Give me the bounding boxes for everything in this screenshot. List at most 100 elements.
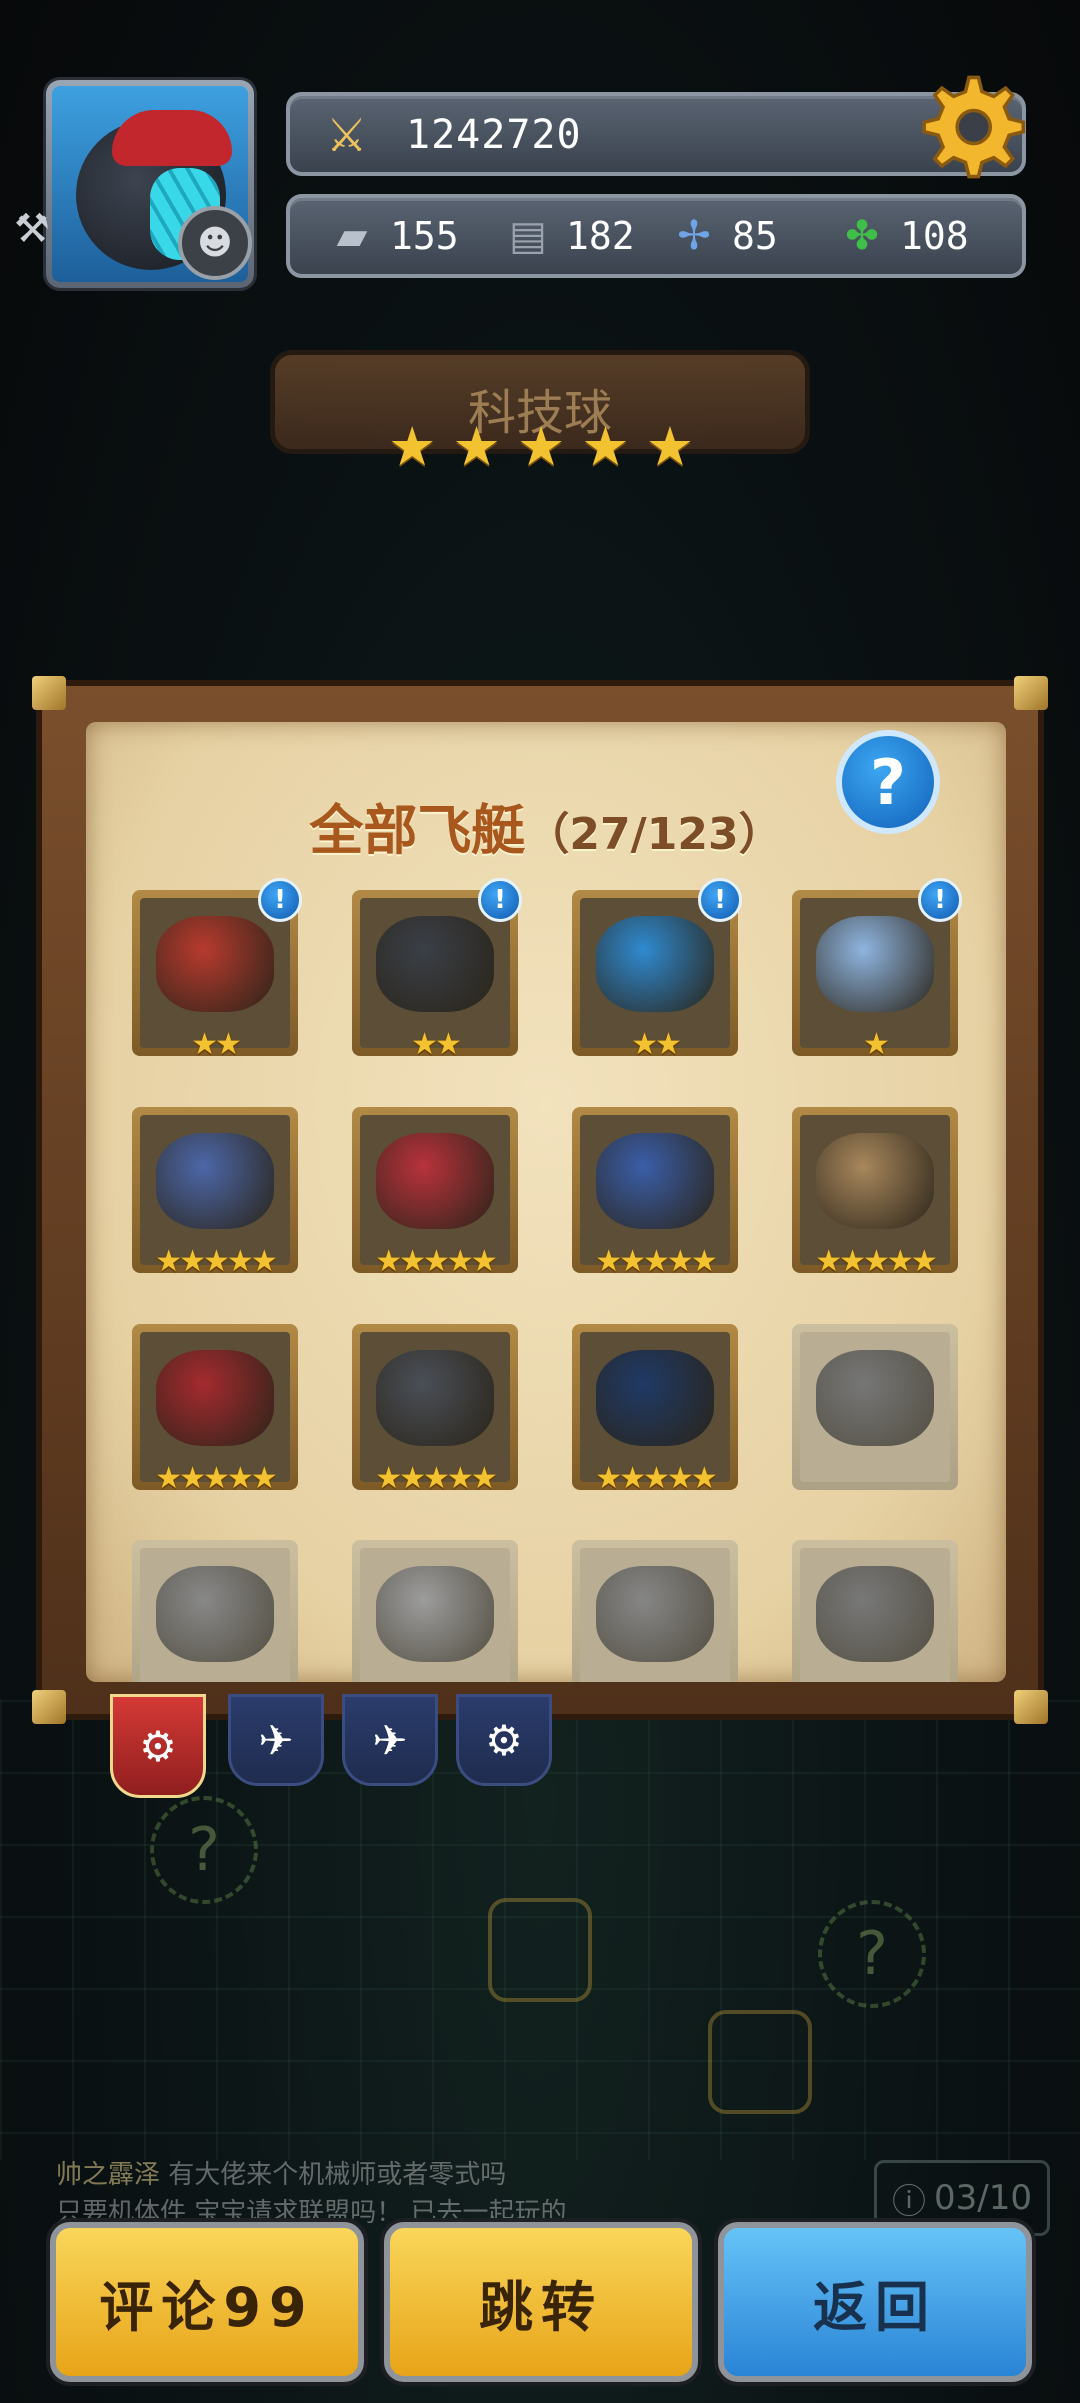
tab-category-3[interactable]: ✈ xyxy=(342,1694,438,1786)
airship-card[interactable] xyxy=(352,1540,518,1682)
star-icon: ★ xyxy=(581,415,630,478)
notice-icon: ! xyxy=(698,878,742,922)
airship-silhouette xyxy=(376,1566,494,1662)
airship-image xyxy=(360,898,510,1048)
scroll-icon: ▤ xyxy=(509,213,547,259)
airship-stars: ★★★★★ xyxy=(375,1244,497,1279)
airship-image xyxy=(800,1332,950,1482)
airship-image xyxy=(800,898,950,1048)
info-icon: ⓘ xyxy=(892,2181,926,2222)
airship-card[interactable]: ★★★★★ xyxy=(132,1107,298,1279)
page-counter-text: 03/10 xyxy=(934,2178,1032,2218)
back-button[interactable]: 返回 xyxy=(718,2222,1032,2382)
airship-silhouette xyxy=(156,1350,274,1446)
airship-card[interactable] xyxy=(572,1540,738,1682)
wrench-icon: ⚒ xyxy=(14,206,50,252)
airship-stars: ★★★★★ xyxy=(375,1461,497,1496)
airship-silhouette xyxy=(596,916,714,1012)
airship-card[interactable]: ★★★★★ xyxy=(572,1107,738,1279)
resource-tank: ▰ 155 xyxy=(326,210,459,262)
airship-stars: ★★ xyxy=(631,1027,682,1062)
chat-message: 有大佬来个机械师或者零式吗 xyxy=(168,2160,507,2190)
panel-title-text: 全部飞艇 xyxy=(309,799,526,862)
power-value: 1242720 xyxy=(406,112,582,158)
comment-button[interactable]: 评论99 xyxy=(50,2222,364,2382)
airship-stars: ★★★★★ xyxy=(815,1244,937,1279)
airship-image xyxy=(140,1332,290,1482)
airship-stars: ★★★★★ xyxy=(595,1244,717,1279)
airship-card[interactable] xyxy=(792,1324,958,1490)
sword-icon: ⚔ xyxy=(326,108,368,162)
resource-fan: ✢ 85 xyxy=(668,210,778,262)
airship-card[interactable] xyxy=(792,1540,958,1682)
resource-clover: ✤ 108 xyxy=(836,210,968,262)
star-icon: ★ xyxy=(516,415,566,478)
airship-image xyxy=(360,1332,510,1482)
monkey-icon[interactable]: ☻ xyxy=(178,206,252,280)
airship-silhouette xyxy=(596,1133,714,1229)
star-icon: ★ xyxy=(645,415,695,478)
notice-icon: ! xyxy=(918,878,962,922)
star-icon: ★ xyxy=(452,415,501,478)
airship-card[interactable] xyxy=(132,1540,298,1682)
airship-image xyxy=(140,898,290,1048)
airship-card[interactable]: ★★★★★ xyxy=(132,1324,298,1496)
airship-silhouette xyxy=(156,916,274,1012)
resource-scroll: ▤ 182 xyxy=(502,210,635,262)
airship-card[interactable]: ★★★★★ xyxy=(572,1324,738,1496)
airship-image xyxy=(580,1332,730,1482)
airship-silhouette xyxy=(156,1566,274,1662)
resource-bar: ▰ 155 ▤ 182 ✢ 85 ✤ 108 xyxy=(286,194,1026,278)
gear-icon[interactable] xyxy=(910,68,1028,186)
chat-username: 帅之霹泽 xyxy=(56,2160,161,2190)
airship-stars: ★★★★★ xyxy=(155,1244,277,1279)
panel-parchment: 全部飞艇（27/123） ★★! ★★! ★★! ★! ★★★★★ ★★★★★ ★★★★★ ★… xyxy=(86,722,1006,1682)
notice-icon: ! xyxy=(258,878,302,922)
airship-silhouette xyxy=(596,1350,714,1446)
airship-silhouette xyxy=(816,1566,934,1662)
tank-icon: ▰ xyxy=(336,213,368,259)
tab-category-2[interactable]: ✈ xyxy=(228,1694,324,1786)
airship-image xyxy=(580,1115,730,1265)
airship-stars: ★★ xyxy=(191,1027,242,1062)
tab-category-4[interactable]: ⚙ xyxy=(456,1694,552,1786)
airship-stars: ★★★★★ xyxy=(155,1461,277,1496)
tab-all-airships[interactable]: ⚙ xyxy=(110,1694,206,1798)
airship-card[interactable]: ★★★★★ xyxy=(352,1324,518,1496)
airship-stars: ★ xyxy=(863,1027,890,1062)
airship-silhouette xyxy=(376,1350,494,1446)
panel-corner xyxy=(1014,1690,1048,1724)
airship-silhouette xyxy=(816,1350,934,1446)
jump-button[interactable]: 跳转 xyxy=(384,2222,698,2382)
clover-icon: ✤ xyxy=(845,213,879,259)
airship-image xyxy=(800,1548,950,1682)
airship-stars: ★★ xyxy=(411,1027,462,1062)
airship-card[interactable]: ★★★★★ xyxy=(792,1107,958,1279)
power-bar: ⚔ 1242720 xyxy=(286,75,1026,179)
ghost-question-icon: ? xyxy=(818,1900,926,2008)
airship-stars: ★★★★★ xyxy=(595,1461,717,1496)
airship-image xyxy=(580,898,730,1048)
notice-icon: ! xyxy=(478,878,522,922)
ghost-hex-icon xyxy=(708,2010,812,2114)
help-button[interactable]: ? xyxy=(836,730,940,834)
airship-silhouette xyxy=(596,1566,714,1662)
star-icon: ★ xyxy=(388,415,437,478)
airship-silhouette xyxy=(376,1133,494,1229)
panel-count: （27/123） xyxy=(525,809,783,860)
airship-card[interactable]: ★★★★★ xyxy=(352,1107,518,1279)
airship-image xyxy=(360,1115,510,1265)
airship-image xyxy=(140,1115,290,1265)
panel-corner xyxy=(1014,676,1048,710)
airship-silhouette xyxy=(816,916,934,1012)
airship-image xyxy=(360,1548,510,1682)
airship-silhouette xyxy=(156,1133,274,1229)
panel-corner xyxy=(32,676,66,710)
ghost-hex-icon xyxy=(488,1898,592,2002)
chat-overlay: 帅之霹泽 有大佬来个机械师或者零式吗 只要机体件 宝宝请求联盟吗！ 已去一起玩的 xyxy=(56,2156,567,2232)
airship-silhouette xyxy=(816,1133,934,1229)
airship-image xyxy=(800,1115,950,1265)
title-stars: ★ ★ ★ ★ ★ xyxy=(388,420,694,474)
airship-silhouette xyxy=(376,916,494,1012)
airship-panel: 全部飞艇（27/123） ★★! ★★! ★★! ★! ★★★★★ ★★★★★ ★★★★★ ★… xyxy=(32,676,1048,1724)
